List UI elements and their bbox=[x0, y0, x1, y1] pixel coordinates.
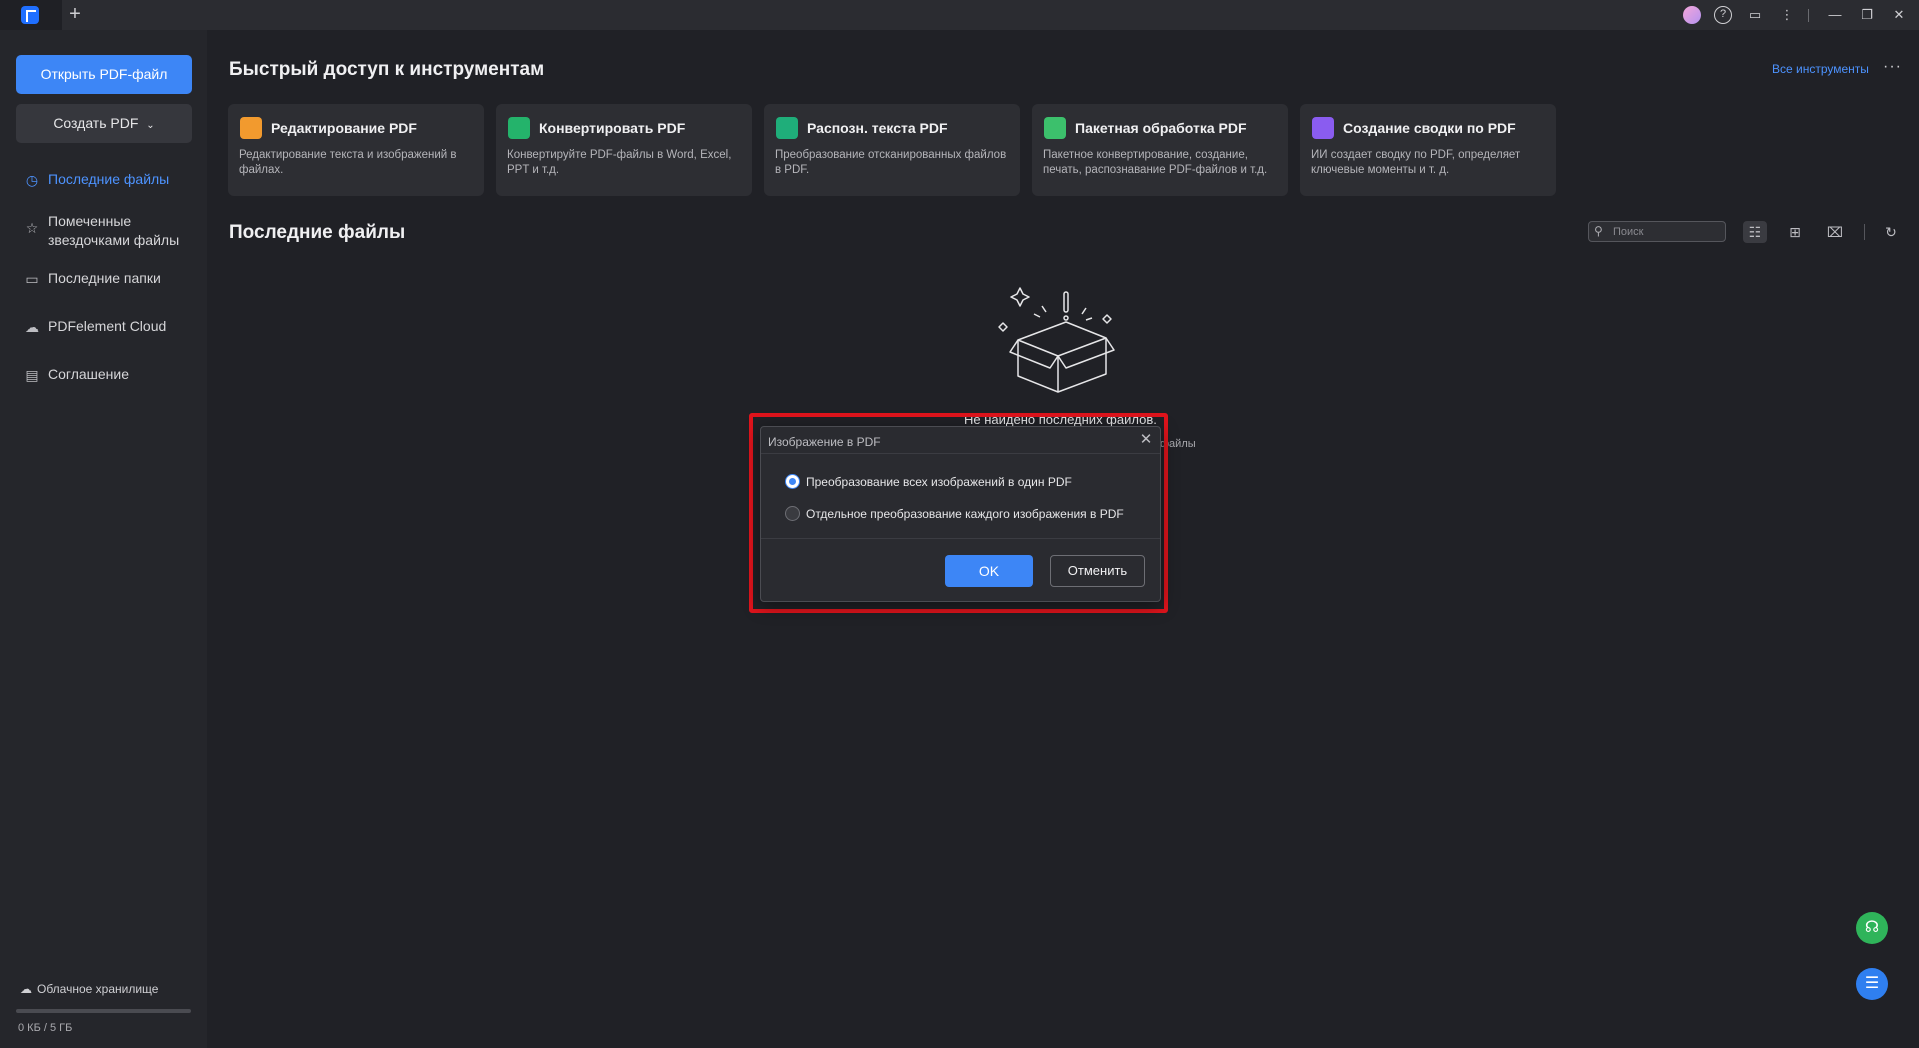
search-input[interactable] bbox=[1613, 224, 1721, 240]
tool-card-edit-pdf[interactable]: Редактирование PDF Редактирование текста… bbox=[228, 104, 484, 196]
sidebar: Открыть PDF-файл Создать PDF ⌄ ◷ Последн… bbox=[0, 30, 207, 1048]
dialog-divider bbox=[761, 538, 1160, 539]
clock-icon: ◷ bbox=[25, 172, 39, 188]
convert-pdf-icon bbox=[508, 117, 530, 139]
dialog-title: Изображение в PDF bbox=[768, 435, 881, 449]
option-convert-separately[interactable]: Отдельное преобразование каждого изображ… bbox=[785, 506, 1124, 521]
radio-button-checked[interactable] bbox=[785, 474, 800, 489]
minimize-icon[interactable]: — bbox=[1826, 6, 1844, 24]
sidebar-item-cloud[interactable]: ☁ PDFelement Cloud bbox=[24, 318, 166, 335]
summary-icon bbox=[1312, 117, 1334, 139]
list-view-icon[interactable]: ☷ bbox=[1743, 221, 1767, 243]
tool-title: Конвертировать PDF bbox=[539, 120, 686, 136]
search-field[interactable]: ⚲ bbox=[1588, 221, 1726, 242]
storage-progress-bar bbox=[16, 1009, 191, 1013]
tool-card-batch[interactable]: Пакетная обработка PDF Пакетное конверти… bbox=[1032, 104, 1288, 196]
edit-pdf-icon bbox=[240, 117, 262, 139]
tool-description: Преобразование отсканированных файлов в … bbox=[775, 149, 1007, 176]
tool-card-convert-pdf[interactable]: Конвертировать PDF Конвертируйте PDF-фай… bbox=[496, 104, 752, 196]
sidebar-item-label: Помеченные звездочками файлы bbox=[48, 212, 179, 250]
refresh-icon[interactable]: ↻ bbox=[1879, 221, 1903, 243]
empty-box-illustration bbox=[998, 287, 1115, 393]
close-icon[interactable]: ✕ bbox=[1138, 432, 1154, 448]
tool-card-ocr[interactable]: Распозн. текста PDF Преобразование отска… bbox=[764, 104, 1020, 196]
chevron-down-icon: ⌄ bbox=[146, 120, 155, 131]
tool-description: Конвертируйте PDF-файлы в Word, Excel, P… bbox=[507, 149, 732, 176]
avatar-icon[interactable] bbox=[1683, 6, 1701, 24]
open-pdf-button[interactable]: Открыть PDF-файл bbox=[16, 55, 192, 94]
new-tab-button[interactable]: + bbox=[64, 3, 86, 25]
create-pdf-label: Создать PDF bbox=[53, 115, 139, 131]
cancel-button[interactable]: Отменить bbox=[1050, 555, 1145, 587]
sidebar-item-agreement[interactable]: ▤ Соглашение bbox=[24, 366, 129, 383]
search-icon: ⚲ bbox=[1594, 224, 1603, 238]
dialog-divider bbox=[761, 453, 1160, 454]
sidebar-item-label-line2: звездочками файлы bbox=[48, 232, 180, 248]
storage-usage: 0 КБ / 5 ГБ bbox=[18, 1022, 73, 1034]
more-vertical-icon[interactable]: ⋮ bbox=[1778, 6, 1796, 24]
tool-description: ИИ создает сводку по PDF, определяет клю… bbox=[1311, 149, 1521, 176]
grid-view-icon[interactable]: ⊞ bbox=[1783, 221, 1807, 243]
ocr-icon bbox=[776, 117, 798, 139]
cloud-storage-text: Облачное хранилище bbox=[37, 982, 159, 996]
option-merge-into-one[interactable]: Преобразование всех изображений в один P… bbox=[785, 474, 1072, 489]
sidebar-item-label: Последние файлы bbox=[48, 171, 170, 187]
restore-icon[interactable]: ❐ bbox=[1858, 6, 1876, 24]
tool-description: Пакетное конвертирование, создание, печа… bbox=[1043, 149, 1268, 176]
ok-button[interactable]: OK bbox=[945, 555, 1033, 587]
sidebar-item-label: Соглашение bbox=[48, 366, 130, 382]
cloud-icon: ☁ bbox=[25, 319, 39, 335]
tool-title: Создание сводки по PDF bbox=[1343, 120, 1516, 136]
support-chat-button[interactable]: ☊ bbox=[1856, 912, 1888, 944]
image-to-pdf-dialog: Изображение в PDF ✕ Преобразование всех … bbox=[760, 426, 1161, 602]
help-icon[interactable]: ? bbox=[1714, 6, 1732, 24]
folder-icon: ▭ bbox=[25, 271, 39, 287]
tool-card-summary[interactable]: Создание сводки по PDF ИИ создает сводку… bbox=[1300, 104, 1556, 196]
title-bar: + ? ▭ ⋮ — ❐ ✕ bbox=[0, 0, 1919, 30]
titlebar-divider bbox=[1808, 9, 1809, 22]
recent-files-title: Последние файлы bbox=[229, 222, 406, 243]
cloud-storage-label[interactable]: ☁ Облачное хранилище bbox=[20, 982, 158, 996]
sliders-icon: ☰ bbox=[1864, 975, 1880, 992]
tool-title: Распозн. текста PDF bbox=[807, 120, 948, 136]
sidebar-item-recent-folders[interactable]: ▭ Последние папки bbox=[24, 270, 161, 287]
app-logo-icon bbox=[21, 6, 39, 24]
batch-icon bbox=[1044, 117, 1066, 139]
sidebar-item-label: Последние папки bbox=[48, 270, 161, 286]
close-icon[interactable]: ✕ bbox=[1890, 6, 1908, 24]
create-pdf-button[interactable]: Создать PDF ⌄ bbox=[16, 104, 192, 143]
sidebar-item-label-line1: Помеченные bbox=[48, 213, 132, 229]
option-label: Преобразование всех изображений в один P… bbox=[806, 474, 1072, 489]
document-icon: ▤ bbox=[25, 367, 39, 383]
sidebar-item-starred-files[interactable]: ☆ Помеченные звездочками файлы bbox=[24, 212, 179, 250]
sidebar-item-recent-files[interactable]: ◷ Последние файлы bbox=[24, 171, 169, 188]
tools-panel-button[interactable]: ☰ bbox=[1856, 968, 1888, 1000]
toolbar-divider bbox=[1864, 224, 1865, 240]
star-icon: ☆ bbox=[25, 220, 39, 236]
radio-button[interactable] bbox=[785, 506, 800, 521]
sidebar-item-label: PDFelement Cloud bbox=[48, 318, 167, 334]
app-home-tab[interactable] bbox=[0, 0, 62, 30]
tool-description: Редактирование текста и изображений в фа… bbox=[239, 149, 457, 176]
headset-icon: ☊ bbox=[1864, 919, 1880, 936]
tool-title: Редактирование PDF bbox=[271, 120, 417, 136]
cloud-icon: ☁ bbox=[20, 982, 32, 996]
tool-title: Пакетная обработка PDF bbox=[1075, 120, 1247, 136]
feedback-icon[interactable]: ▭ bbox=[1746, 6, 1764, 24]
all-tools-link[interactable]: Все инструменты bbox=[1772, 62, 1869, 76]
more-options-icon[interactable]: ··· bbox=[1883, 58, 1902, 76]
quick-access-title: Быстрый доступ к инструментам bbox=[229, 59, 545, 80]
trash-icon[interactable]: ⌧ bbox=[1823, 221, 1847, 243]
option-label: Отдельное преобразование каждого изображ… bbox=[806, 506, 1124, 521]
